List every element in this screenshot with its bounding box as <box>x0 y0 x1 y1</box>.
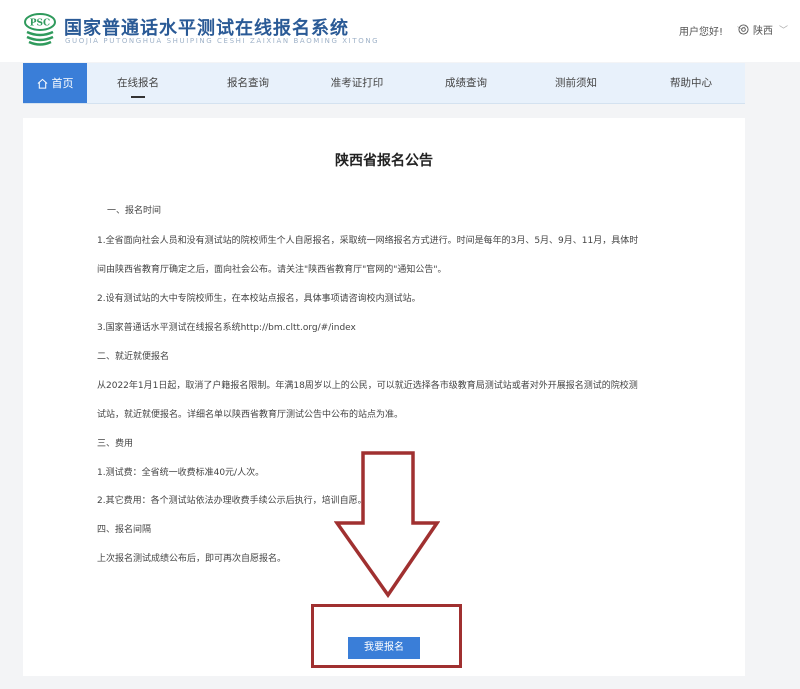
nav-help-center[interactable]: 帮助中心 <box>643 63 739 103</box>
logo-text: PSC <box>30 19 50 29</box>
location-selector[interactable]: 陕西 ﹀ <box>738 22 788 37</box>
chevron-down-icon: ﹀ <box>778 26 788 36</box>
notice-paragraph: 2.其它费用：各个测试站依法办理收费手续公示后执行，培训自愿。 <box>97 496 367 506</box>
notice-paragraph: 上次报名测试成绩公布后，即可再次自愿报名。 <box>97 554 287 564</box>
location-label: 陕西 <box>752 26 773 37</box>
home-icon <box>37 78 47 89</box>
section-heading: 三、费用 <box>97 439 134 449</box>
notice-paragraph: 试站，就近就便报名。详细名单以陕西省教育厅测试公告中公布的站点为准。 <box>97 410 404 420</box>
section-heading: 二、就近就便报名 <box>97 352 170 362</box>
notice-paragraph: 从2022年1月1日起，取消了户籍报名限制。年满18周岁以上的公民，可以就近选择… <box>97 381 638 391</box>
highlight-box-annotation <box>311 604 462 668</box>
nav-admission-print[interactable]: 准考证打印 <box>309 63 405 103</box>
user-greeting: 用户您好! <box>678 27 723 38</box>
nav-home[interactable]: 首页 <box>23 63 87 103</box>
main-nav: 首页 在线报名 报名查询 准考证打印 成绩查询 测前须知 帮助中心 <box>23 63 745 104</box>
section-heading: 一、报名时间 <box>107 206 162 216</box>
nav-score-query[interactable]: 成绩查询 <box>418 63 514 103</box>
notice-paragraph: 2.设有测试站的大中专院校师生，在本校站点报名，具体事项请咨询校内测试站。 <box>97 294 421 304</box>
notice-paragraph: 1.全省面向社会人员和没有测试站的院校师生个人自愿报名，采取统一网络报名方式进行… <box>97 236 639 246</box>
notice-paragraph: 3.国家普通话水平测试在线报名系统http://bm.cltt.org/#/in… <box>97 323 356 333</box>
location-pin-icon <box>738 24 749 35</box>
psc-logo: PSC <box>24 13 56 46</box>
nav-register-query[interactable]: 报名查询 <box>200 63 296 103</box>
site-subtitle: GUOJIA PUTONGHUA SHUIPING CESHI ZAIXIAN … <box>65 37 380 45</box>
section-heading: 四、报名间隔 <box>97 525 152 535</box>
notice-title: 陕西省报名公告 <box>335 153 433 169</box>
user-menu[interactable]: 用户您好! ﹀ <box>679 23 746 38</box>
notice-paragraph: 1.测试费：全省统一收费标准40元/人次。 <box>97 468 265 478</box>
nav-home-label: 首页 <box>51 77 74 90</box>
top-header: PSC 国家普通话水平测试在线报名系统 GUOJIA PUTONGHUA SHU… <box>0 0 800 62</box>
down-arrow-annotation-icon <box>334 451 440 598</box>
nav-online-register[interactable]: 在线报名 <box>90 63 186 103</box>
nav-pretest-notice[interactable]: 测前须知 <box>528 63 624 103</box>
notice-paragraph: 间由陕西省教育厅确定之后，面向社会公布。请关注"陕西省教育厅"官网的"通知公告"… <box>97 265 447 275</box>
